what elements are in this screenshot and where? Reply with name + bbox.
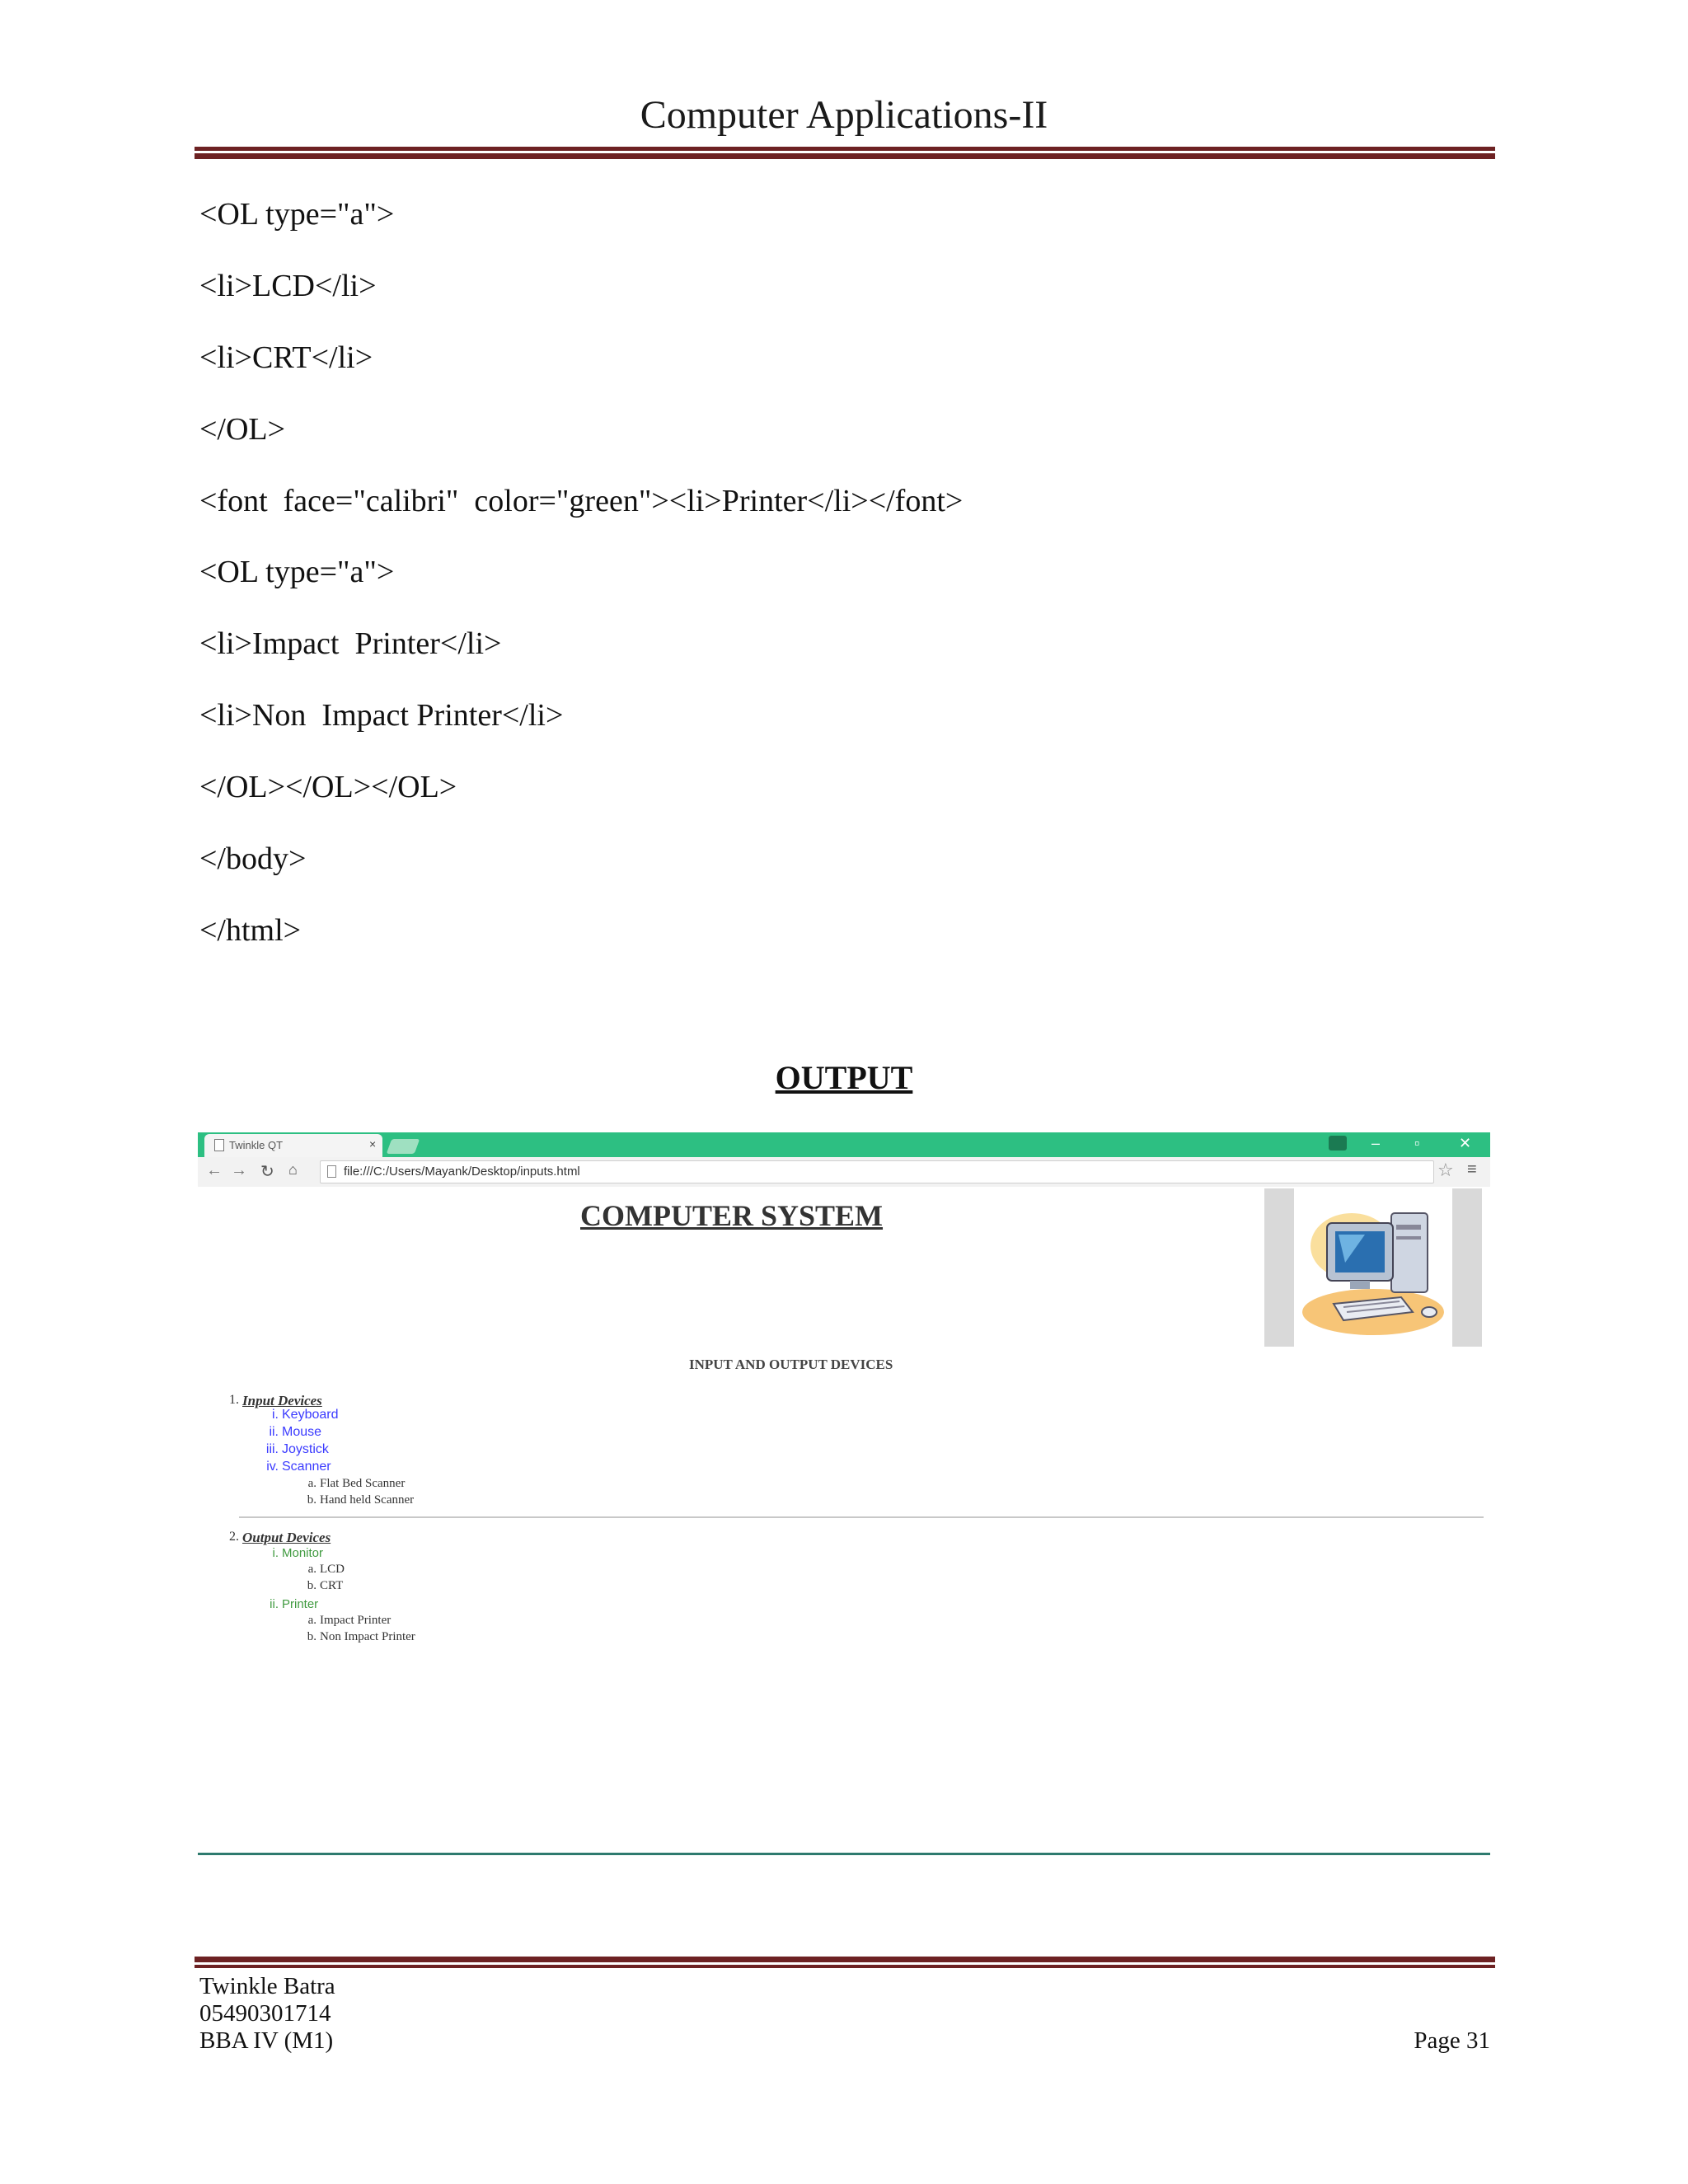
list-item: Impact Printer xyxy=(320,1614,392,1627)
code-line: </OL> xyxy=(199,412,286,447)
header-rule-thick xyxy=(195,153,1495,159)
home-icon[interactable]: ⌂ xyxy=(288,1161,298,1179)
back-icon[interactable]: ← xyxy=(206,1161,223,1180)
list-marker: a. xyxy=(307,1614,316,1627)
footer-rule-thick xyxy=(195,1957,1495,1962)
page-heading: COMPUTER SYSTEM xyxy=(580,1199,884,1232)
list-item: Non Impact Printer xyxy=(320,1630,415,1643)
browser-tab[interactable]: Twinkle QT × xyxy=(204,1134,382,1157)
code-line: <OL type="a"> xyxy=(199,197,395,232)
footer-roll-number: 05490301714 xyxy=(199,2000,331,2027)
new-tab-button[interactable] xyxy=(386,1139,420,1154)
list-item: Monitor xyxy=(282,1546,324,1560)
list-marker: i. xyxy=(272,1546,279,1560)
list-marker: iii. xyxy=(265,1442,279,1456)
list-item: Joystick xyxy=(282,1442,329,1456)
browser-titlebar: Twinkle QT × – ▫ ✕ xyxy=(198,1132,1490,1157)
code-line: </body> xyxy=(199,841,307,876)
window-close-icon[interactable]: ✕ xyxy=(1459,1135,1471,1152)
tab-title: Twinkle QT xyxy=(229,1139,284,1151)
output-devices-heading: Output Devices xyxy=(242,1530,331,1545)
header-rule xyxy=(195,147,1495,151)
code-line: <li>Impact Printer</li> xyxy=(199,626,502,661)
list-item: CRT xyxy=(320,1579,344,1592)
footer-class: BBA IV (M1) xyxy=(199,2027,334,2054)
page-icon xyxy=(327,1165,336,1178)
address-bar[interactable]: file:///C:/Users/Mayank/Desktop/inputs.h… xyxy=(320,1160,1434,1183)
code-line: <OL type="a"> xyxy=(199,555,395,589)
code-line: </OL></OL></OL> xyxy=(199,770,457,804)
list-marker: ii. xyxy=(269,1425,279,1439)
output-heading: OUTPUT xyxy=(775,1059,913,1096)
code-line: <li>Non Impact Printer</li> xyxy=(199,698,564,733)
page-header-title: Computer Applications-II xyxy=(640,93,1048,137)
list-item: Keyboard xyxy=(282,1408,339,1422)
list-marker: ii. xyxy=(270,1597,279,1611)
io-devices-heading: INPUT AND OUTPUT DEVICES xyxy=(689,1357,893,1372)
list-marker: b. xyxy=(307,1493,316,1507)
list-marker: a. xyxy=(307,1563,316,1576)
close-icon[interactable]: × xyxy=(369,1137,376,1151)
list-item: Mouse xyxy=(282,1425,322,1439)
browser-screenshot: Twinkle QT × – ▫ ✕ ← → ↻ ⌂ file:///C:/Us… xyxy=(198,1132,1490,1859)
list-item: Scanner xyxy=(282,1460,331,1474)
footer-name: Twinkle Batra xyxy=(199,1973,335,1999)
code-line: <li>LCD</li> xyxy=(199,269,377,303)
list-marker: b. xyxy=(307,1630,316,1643)
list-item: Hand held Scanner xyxy=(320,1493,415,1507)
horizontal-rule xyxy=(239,1516,1484,1518)
list-marker: iv. xyxy=(266,1460,279,1474)
list-item: LCD xyxy=(320,1563,345,1576)
list-marker: 2. xyxy=(229,1530,239,1544)
bookmark-star-icon[interactable]: ☆ xyxy=(1437,1160,1454,1181)
reload-icon[interactable]: ↻ xyxy=(260,1161,274,1182)
page-number: Page 31 xyxy=(1414,2027,1490,2054)
browser-bottom-border xyxy=(198,1853,1490,1855)
browser-viewport: COMPUTER SYSTEM INPUT AND OUTPUT DEVICES… xyxy=(198,1187,1490,1859)
list-marker: 1. xyxy=(229,1393,239,1407)
menu-icon[interactable]: ≡ xyxy=(1467,1160,1477,1179)
list-marker: b. xyxy=(307,1579,316,1592)
browser-toolbar: ← → ↻ ⌂ file:///C:/Users/Mayank/Desktop/… xyxy=(198,1157,1490,1188)
footer-rule xyxy=(195,1965,1495,1968)
list-item: Printer xyxy=(282,1597,319,1611)
code-line: <font face="calibri" color="green"><li>P… xyxy=(199,484,964,518)
url-text: file:///C:/Users/Mayank/Desktop/inputs.h… xyxy=(344,1165,580,1179)
restore-icon[interactable]: ▫ xyxy=(1414,1135,1419,1152)
user-icon[interactable] xyxy=(1329,1136,1347,1151)
computer-image xyxy=(1264,1188,1482,1347)
code-line: <li>CRT</li> xyxy=(199,340,373,375)
input-devices-heading: Input Devices xyxy=(242,1393,322,1408)
list-marker: i. xyxy=(272,1408,279,1422)
list-marker: a. xyxy=(307,1477,316,1490)
code-line: </html> xyxy=(199,913,302,948)
computer-clipart-icon xyxy=(1302,1212,1444,1335)
forward-icon[interactable]: → xyxy=(231,1161,247,1180)
document-icon xyxy=(214,1139,224,1151)
minimize-icon[interactable]: – xyxy=(1372,1135,1380,1152)
list-item: Flat Bed Scanner xyxy=(320,1477,406,1490)
